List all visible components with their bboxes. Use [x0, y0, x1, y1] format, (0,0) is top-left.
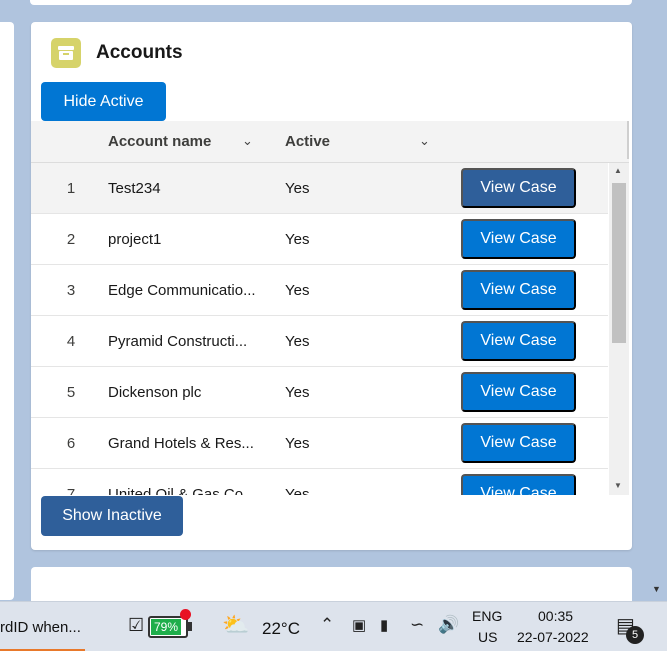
battery-level: 79%	[151, 619, 181, 635]
wifi-icon[interactable]: ∽	[410, 615, 424, 635]
scroll-up-arrow[interactable]: ▲	[614, 166, 622, 175]
table-scrollbar[interactable]: ▲ ▼	[609, 163, 629, 495]
taskbar: rdID when... ☑ 79% ⛅ 22°C ⌃ ▣ ▮ ∽ 🔊 ENG …	[0, 601, 667, 651]
row-number: 1	[66, 180, 76, 197]
accounts-card: Accounts Hide Active Account name ⌄ Acti…	[31, 22, 632, 550]
chevron-up-icon[interactable]: ⌃	[320, 615, 334, 635]
account-name-cell: United Oil & Gas Co...	[108, 486, 256, 495]
active-cell: Yes	[285, 231, 310, 248]
clock-date[interactable]: 22-07-2022	[517, 629, 589, 645]
chevron-down-icon[interactable]: ⌄	[242, 133, 253, 149]
row-number: 7	[66, 486, 76, 495]
table-body: 1 Test234 Yes View Case 2 project1 Yes V…	[31, 163, 608, 495]
battery-nub	[188, 622, 192, 631]
weather-temperature[interactable]: 22°C	[262, 619, 300, 639]
table-header: Account name ⌄ Active ⌄	[31, 121, 629, 163]
card-title: Accounts	[96, 42, 183, 63]
row-number: 5	[66, 384, 76, 401]
view-case-button[interactable]: View Case	[461, 372, 576, 412]
active-cell: Yes	[285, 435, 310, 452]
accounts-table: Account name ⌄ Active ⌄ 1 Test234 Yes Vi…	[31, 121, 629, 495]
table-row[interactable]: 2 project1 Yes View Case	[31, 214, 608, 265]
view-case-button[interactable]: View Case	[461, 321, 576, 361]
archive-box-icon	[51, 38, 81, 68]
weather-cloud-sun-icon[interactable]: ⛅	[222, 612, 249, 638]
account-name-cell: Pyramid Constructi...	[108, 333, 248, 350]
table-row[interactable]: 5 Dickenson plc Yes View Case	[31, 367, 608, 418]
language-code[interactable]: ENG	[472, 608, 502, 624]
table-row[interactable]: 6 Grand Hotels & Res... Yes View Case	[31, 418, 608, 469]
clock-time[interactable]: 00:35	[538, 608, 573, 624]
table-row[interactable]: 3 Edge Communicatio... Yes View Case	[31, 265, 608, 316]
window-scrollbar[interactable]	[648, 0, 667, 601]
volume-icon[interactable]: 🔊	[438, 615, 459, 635]
account-name-cell: Dickenson plc	[108, 384, 202, 401]
column-divider[interactable]	[627, 121, 629, 159]
background-card-left	[0, 22, 14, 600]
view-case-button[interactable]: View Case	[461, 474, 576, 495]
shield-check-icon[interactable]: ☑	[128, 615, 144, 636]
row-number: 2	[66, 231, 76, 248]
row-number: 4	[66, 333, 76, 350]
background-card-top	[30, 0, 632, 5]
view-case-button[interactable]: View Case	[461, 219, 576, 259]
hide-active-button[interactable]: Hide Active	[41, 82, 166, 121]
active-cell: Yes	[285, 333, 310, 350]
row-number: 3	[66, 282, 76, 299]
window-scroll-down-arrow[interactable]: ▼	[652, 584, 661, 594]
scrollbar-thumb[interactable]	[612, 183, 626, 343]
active-cell: Yes	[285, 282, 310, 299]
account-name-cell: Test234	[108, 180, 161, 197]
battery-tray-icon[interactable]: ▮	[380, 616, 388, 634]
scroll-down-arrow[interactable]: ▼	[614, 481, 622, 490]
view-case-button[interactable]: View Case	[461, 423, 576, 463]
meet-now-icon[interactable]: ▣	[352, 616, 366, 634]
account-name-cell: Edge Communicatio...	[108, 282, 256, 299]
show-inactive-button[interactable]: Show Inactive	[41, 496, 183, 536]
column-header-active[interactable]: Active	[285, 133, 330, 150]
notification-dot	[180, 609, 191, 620]
column-header-account-name[interactable]: Account name	[108, 133, 211, 150]
table-row[interactable]: 4 Pyramid Constructi... Yes View Case	[31, 316, 608, 367]
chevron-down-icon[interactable]: ⌄	[419, 133, 430, 149]
table-row[interactable]: 1 Test234 Yes View Case	[31, 163, 608, 214]
view-case-button[interactable]: View Case	[461, 168, 576, 208]
active-cell: Yes	[285, 486, 310, 495]
notification-count: 5	[626, 626, 644, 644]
active-cell: Yes	[285, 180, 310, 197]
language-region[interactable]: US	[478, 629, 497, 645]
view-case-button[interactable]: View Case	[461, 270, 576, 310]
account-name-cell: Grand Hotels & Res...	[108, 435, 254, 452]
active-cell: Yes	[285, 384, 310, 401]
taskbar-app-label[interactable]: rdID when...	[0, 619, 81, 636]
account-name-cell: project1	[108, 231, 162, 248]
table-row[interactable]: 7 United Oil & Gas Co... Yes View Case	[31, 469, 608, 495]
row-number: 6	[66, 435, 76, 452]
